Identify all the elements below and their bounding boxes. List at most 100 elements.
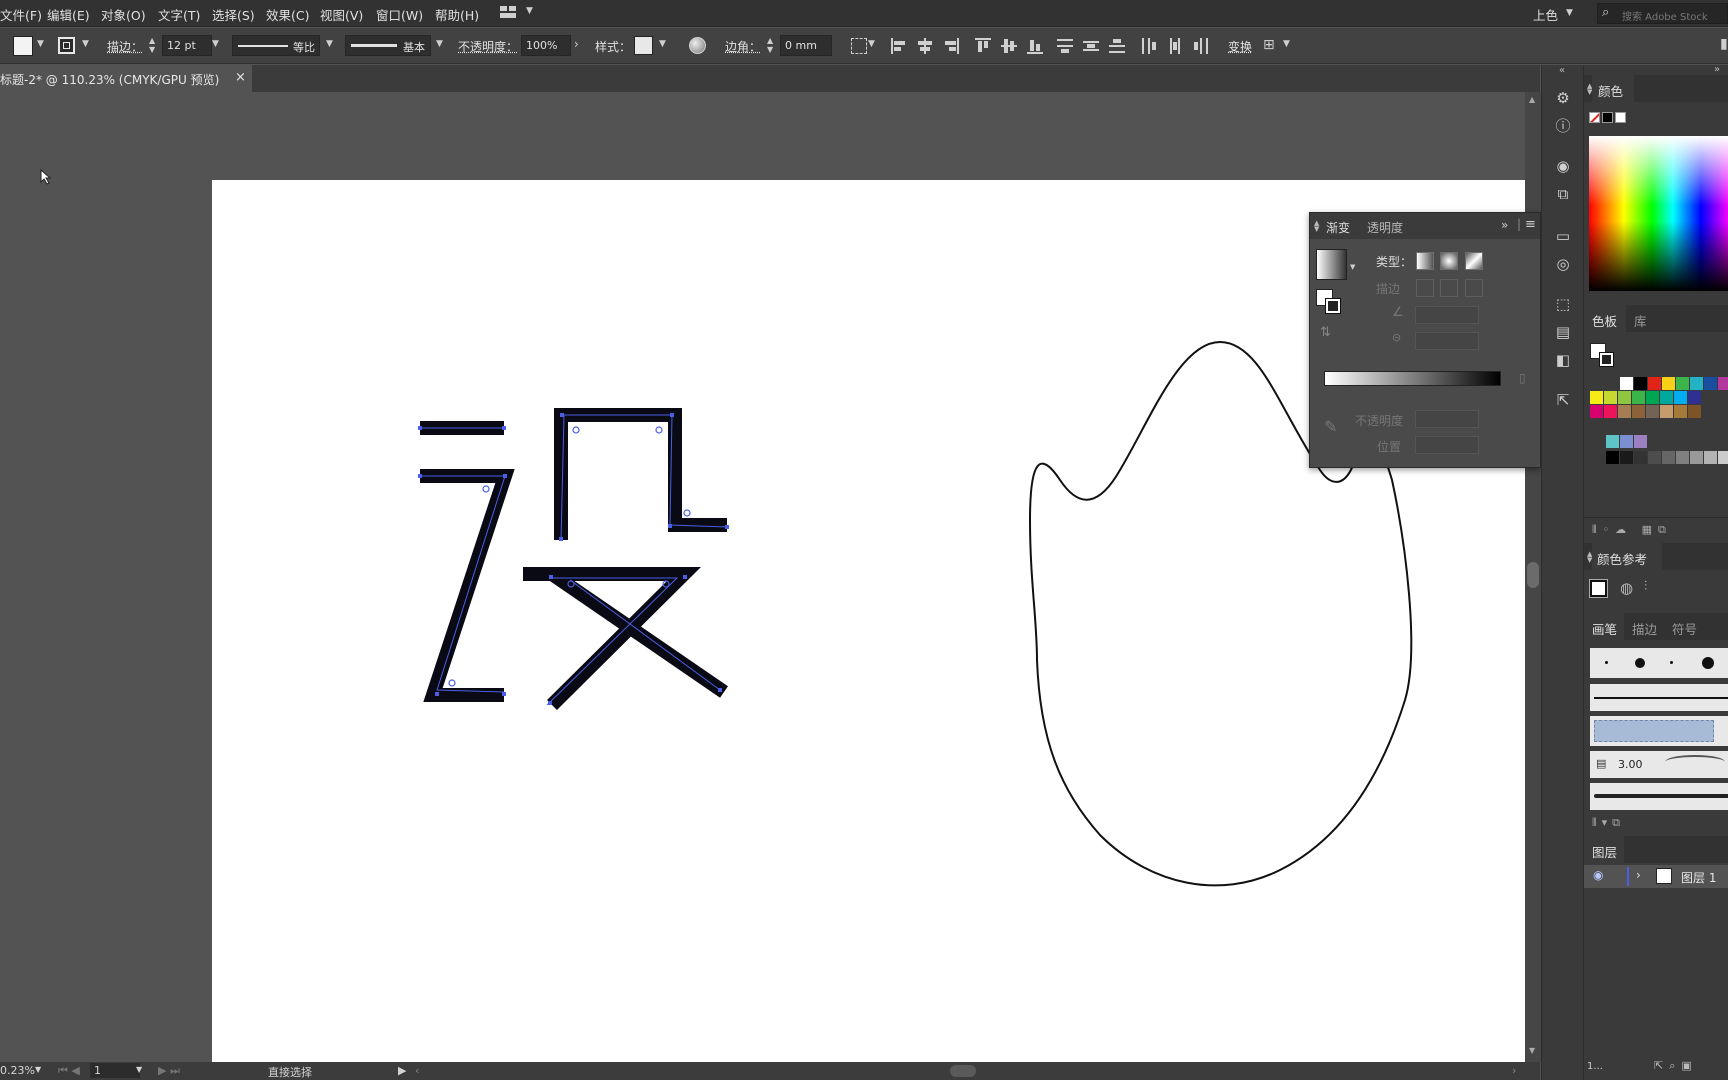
scroll-right-icon[interactable]: › bbox=[1512, 1064, 1516, 1077]
color-swatch[interactable] bbox=[1688, 391, 1701, 404]
stepper-arrows-icon[interactable]: ▲ ▼ bbox=[767, 36, 773, 54]
stroke-swatch[interactable] bbox=[1325, 298, 1341, 314]
none-swatch[interactable] bbox=[1589, 112, 1600, 123]
align-horizontal-center-icon[interactable] bbox=[917, 38, 933, 54]
close-icon[interactable]: × bbox=[235, 70, 246, 85]
distribute-top-icon[interactable] bbox=[1057, 38, 1073, 54]
freeform-gradient-button[interactable] bbox=[1465, 252, 1483, 270]
color-swatch[interactable] bbox=[1620, 451, 1633, 464]
align-left-icon[interactable] bbox=[891, 38, 907, 54]
brush-definition[interactable]: 基本 bbox=[345, 35, 431, 56]
calligraphic-brush-row[interactable]: ▤ 3.00 bbox=[1590, 751, 1728, 778]
transform-icon[interactable]: ⧉ bbox=[1554, 185, 1572, 203]
first-artboard-icon[interactable]: ⏮ ◀ bbox=[58, 1064, 80, 1078]
chevron-down-icon[interactable]: ▼ bbox=[1283, 39, 1290, 49]
menu-edit[interactable]: 编辑(E) bbox=[47, 5, 90, 24]
color-swatch[interactable] bbox=[1662, 451, 1675, 464]
info-icon[interactable]: ⓘ bbox=[1554, 117, 1572, 135]
tab-transparency[interactable]: 透明度 bbox=[1367, 219, 1403, 236]
color-swatch[interactable] bbox=[1646, 391, 1659, 404]
artboard-number-input[interactable]: 1 bbox=[90, 1063, 140, 1078]
menu-type[interactable]: 文字(T) bbox=[158, 5, 200, 24]
color-swatch[interactable] bbox=[1660, 405, 1673, 418]
recolor-artwork-icon[interactable] bbox=[689, 37, 706, 54]
tab-library[interactable]: 库 bbox=[1634, 311, 1647, 330]
base-color-swatch[interactable] bbox=[1589, 579, 1608, 598]
color-swatch[interactable] bbox=[1590, 391, 1603, 404]
layers-panel-header[interactable]: 图层 bbox=[1584, 836, 1728, 863]
brush-line-row[interactable] bbox=[1590, 684, 1728, 711]
chevron-down-icon[interactable]: ▼ bbox=[1566, 8, 1573, 18]
chevron-right-icon[interactable]: › bbox=[574, 37, 579, 51]
chevron-down-icon[interactable]: ▼ bbox=[212, 39, 219, 49]
chevron-right-icon[interactable]: › bbox=[1636, 868, 1641, 882]
chevron-right-icon[interactable]: ▶ bbox=[398, 1064, 406, 1077]
color-swatch[interactable] bbox=[1704, 377, 1717, 390]
gradient-slider[interactable] bbox=[1324, 371, 1501, 386]
variable-width-profile[interactable]: 等比 bbox=[232, 35, 320, 56]
opacity-label[interactable]: 不透明度： bbox=[458, 38, 518, 55]
color-panel-header[interactable]: ▲ ▼ 颜色 bbox=[1584, 75, 1728, 102]
color-guide-panel-header[interactable]: ▲ ▼ 颜色参考 bbox=[1584, 543, 1728, 570]
stroke-weight-input[interactable]: 12 pt bbox=[162, 35, 212, 56]
menu-window[interactable]: 窗口(W) bbox=[376, 5, 423, 24]
isolate-selection-icon[interactable]: ⊞ bbox=[1263, 37, 1275, 53]
chevron-down-icon[interactable]: ▼ bbox=[326, 39, 333, 49]
color-swatch[interactable] bbox=[1634, 435, 1647, 448]
scroll-up-icon[interactable]: ▲ bbox=[1529, 95, 1535, 104]
color-swatch[interactable] bbox=[1606, 451, 1619, 464]
color-swatch[interactable] bbox=[1676, 377, 1689, 390]
brush-panel-footer-icons[interactable]: ⫴▾⧉ bbox=[1592, 816, 1625, 830]
white-swatch[interactable] bbox=[1615, 112, 1626, 123]
tab-gradient[interactable]: 渐变 bbox=[1326, 219, 1350, 236]
swatch-panel-footer-icons[interactable]: ⫴◦☁ ▦⧉ bbox=[1592, 523, 1672, 537]
tab-color[interactable]: 颜色 bbox=[1598, 81, 1623, 100]
export-icon[interactable]: ⇱ bbox=[1554, 391, 1572, 409]
collapse-panel-icon[interactable]: » bbox=[1501, 218, 1508, 232]
collapse-dock-icon[interactable]: « bbox=[1559, 65, 1565, 76]
gradient-panel[interactable]: ▲ ▼ 渐变 透明度 » | ≡ ▼ ⇅ 类型： 描边 ∠ ⊝ ▯ ✎ 不透明度 … bbox=[1309, 212, 1541, 468]
tab-stroke[interactable]: 描边 bbox=[1632, 619, 1657, 638]
color-swatch[interactable] bbox=[1606, 435, 1619, 448]
gradient-thumbnail[interactable] bbox=[1316, 249, 1347, 280]
scroll-down-icon[interactable]: ▼ bbox=[1529, 1046, 1535, 1055]
eye-icon[interactable]: ◉ bbox=[1593, 868, 1603, 882]
chevron-down-icon[interactable]: ▼ bbox=[82, 39, 89, 49]
tab-symbols[interactable]: 符号 bbox=[1672, 619, 1697, 638]
color-swatch[interactable] bbox=[1618, 391, 1631, 404]
pathfinder-icon[interactable]: ◧ bbox=[1554, 351, 1572, 369]
stock-search-field[interactable]: ⌕ 搜索 Adobe Stock bbox=[1597, 3, 1728, 24]
menu-object[interactable]: 对象(O) bbox=[101, 5, 146, 24]
opacity-input[interactable]: 100% bbox=[521, 35, 571, 56]
color-spectrum[interactable] bbox=[1589, 136, 1728, 291]
menu-file[interactable]: 文件(F) bbox=[0, 5, 42, 24]
swatches-panel-header[interactable]: 色板 库 bbox=[1584, 305, 1728, 332]
align-top-icon[interactable] bbox=[975, 38, 991, 54]
corner-label[interactable]: 边角： bbox=[725, 38, 761, 55]
chevron-down-icon[interactable]: ▼ bbox=[526, 6, 533, 16]
chevron-down-icon[interactable]: ▼ bbox=[35, 1065, 41, 1074]
color-swatch[interactable] bbox=[1590, 405, 1603, 418]
distribute-left-icon[interactable] bbox=[1141, 38, 1157, 54]
stroke-swatch[interactable] bbox=[58, 37, 75, 54]
color-swatch[interactable] bbox=[1620, 435, 1633, 448]
color-swatch[interactable] bbox=[1660, 391, 1673, 404]
color-swatch[interactable] bbox=[1604, 405, 1617, 418]
color-swatch[interactable] bbox=[1604, 391, 1617, 404]
menu-effect[interactable]: 效果(C) bbox=[266, 5, 309, 24]
workspace-switcher[interactable]: 上色 bbox=[1533, 5, 1558, 24]
color-swatch[interactable] bbox=[1690, 451, 1703, 464]
color-swatch[interactable] bbox=[1632, 405, 1645, 418]
layer-row[interactable]: ◉ › 图层 1 bbox=[1584, 865, 1728, 888]
color-swatch[interactable] bbox=[1620, 377, 1633, 390]
panel-menu-icon[interactable]: ▮ bbox=[1720, 36, 1728, 52]
chevron-down-icon[interactable]: ▼ bbox=[436, 39, 443, 49]
linear-gradient-button[interactable] bbox=[1416, 252, 1434, 270]
pattern-brush-row[interactable] bbox=[1590, 716, 1728, 746]
align-icon[interactable]: ▤ bbox=[1554, 323, 1572, 341]
layers-footer-icons[interactable]: ⇱⌕▣ bbox=[1654, 1059, 1698, 1073]
distribute-horizontal-center-icon[interactable] bbox=[1167, 38, 1183, 54]
chevron-down-icon[interactable]: ▼ bbox=[659, 39, 666, 49]
chevron-down-icon[interactable]: ▼ bbox=[868, 39, 875, 49]
workspace-layout-icon[interactable] bbox=[500, 6, 517, 19]
